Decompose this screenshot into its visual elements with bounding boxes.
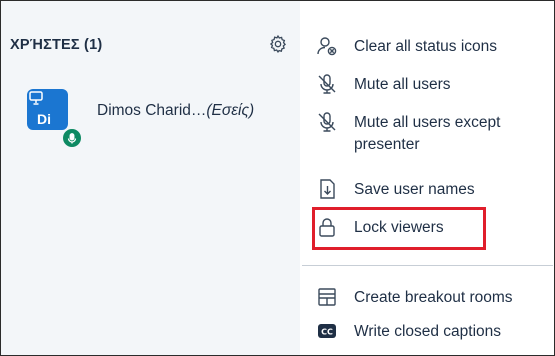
mute-icon (316, 111, 338, 133)
menu-item-label: Mute all users (354, 76, 451, 93)
mute-icon (316, 73, 338, 95)
menu-item-mute-all[interactable]: Mute all users (302, 68, 553, 100)
microphone-icon (67, 132, 77, 144)
avatar: Di (27, 89, 83, 149)
download-icon (316, 178, 338, 200)
menu-item-label: Create breakout rooms (354, 289, 513, 306)
menu-item-create-breakout-rooms[interactable]: Create breakout rooms (302, 281, 553, 313)
user-name-text: Dimos Charid… (97, 102, 207, 119)
menu-divider (302, 265, 553, 266)
presentation-icon (29, 91, 43, 105)
menu-item-clear-status[interactable]: Clear all status icons (302, 30, 553, 62)
menu-item-label: Save user names (354, 181, 475, 198)
users-header: ΧΡΉΣΤΕΣ (1) (10, 37, 103, 53)
closed-captions-icon: CC (316, 320, 338, 342)
svg-text:CC: CC (321, 328, 333, 337)
menu-item-label: Clear all status icons (354, 38, 498, 55)
menu-item-label: Lock viewers (354, 219, 444, 236)
microphone-badge (61, 127, 83, 149)
users-panel: ΧΡΉΣΤΕΣ (1) Di Dimos Charid…(Εσείς) (1, 1, 300, 355)
rooms-icon (316, 286, 338, 308)
clear-status-icon (316, 35, 338, 57)
menu-item-label: Write closed captions (354, 323, 502, 340)
user-options-button[interactable] (266, 32, 290, 56)
you-label: (Εσείς) (206, 102, 255, 119)
avatar-initials: Di (37, 111, 51, 127)
menu-item-label: Mute all users except presenter (354, 114, 501, 153)
menu-item-mute-except-presenter[interactable]: Mute all users except presenter (302, 106, 553, 162)
user-options-menu: Clear all status icons Mute all users Mu… (302, 18, 553, 354)
menu-item-lock-viewers[interactable]: Lock viewers (302, 211, 553, 243)
gear-icon (268, 34, 288, 54)
lock-icon (316, 216, 338, 238)
menu-item-write-closed-captions[interactable]: CC Write closed captions (302, 315, 553, 347)
user-name: Dimos Charid…(Εσείς) (97, 102, 254, 120)
menu-item-save-user-names[interactable]: Save user names (302, 173, 553, 205)
user-list-item[interactable]: Di Dimos Charid…(Εσείς) (21, 81, 301, 149)
